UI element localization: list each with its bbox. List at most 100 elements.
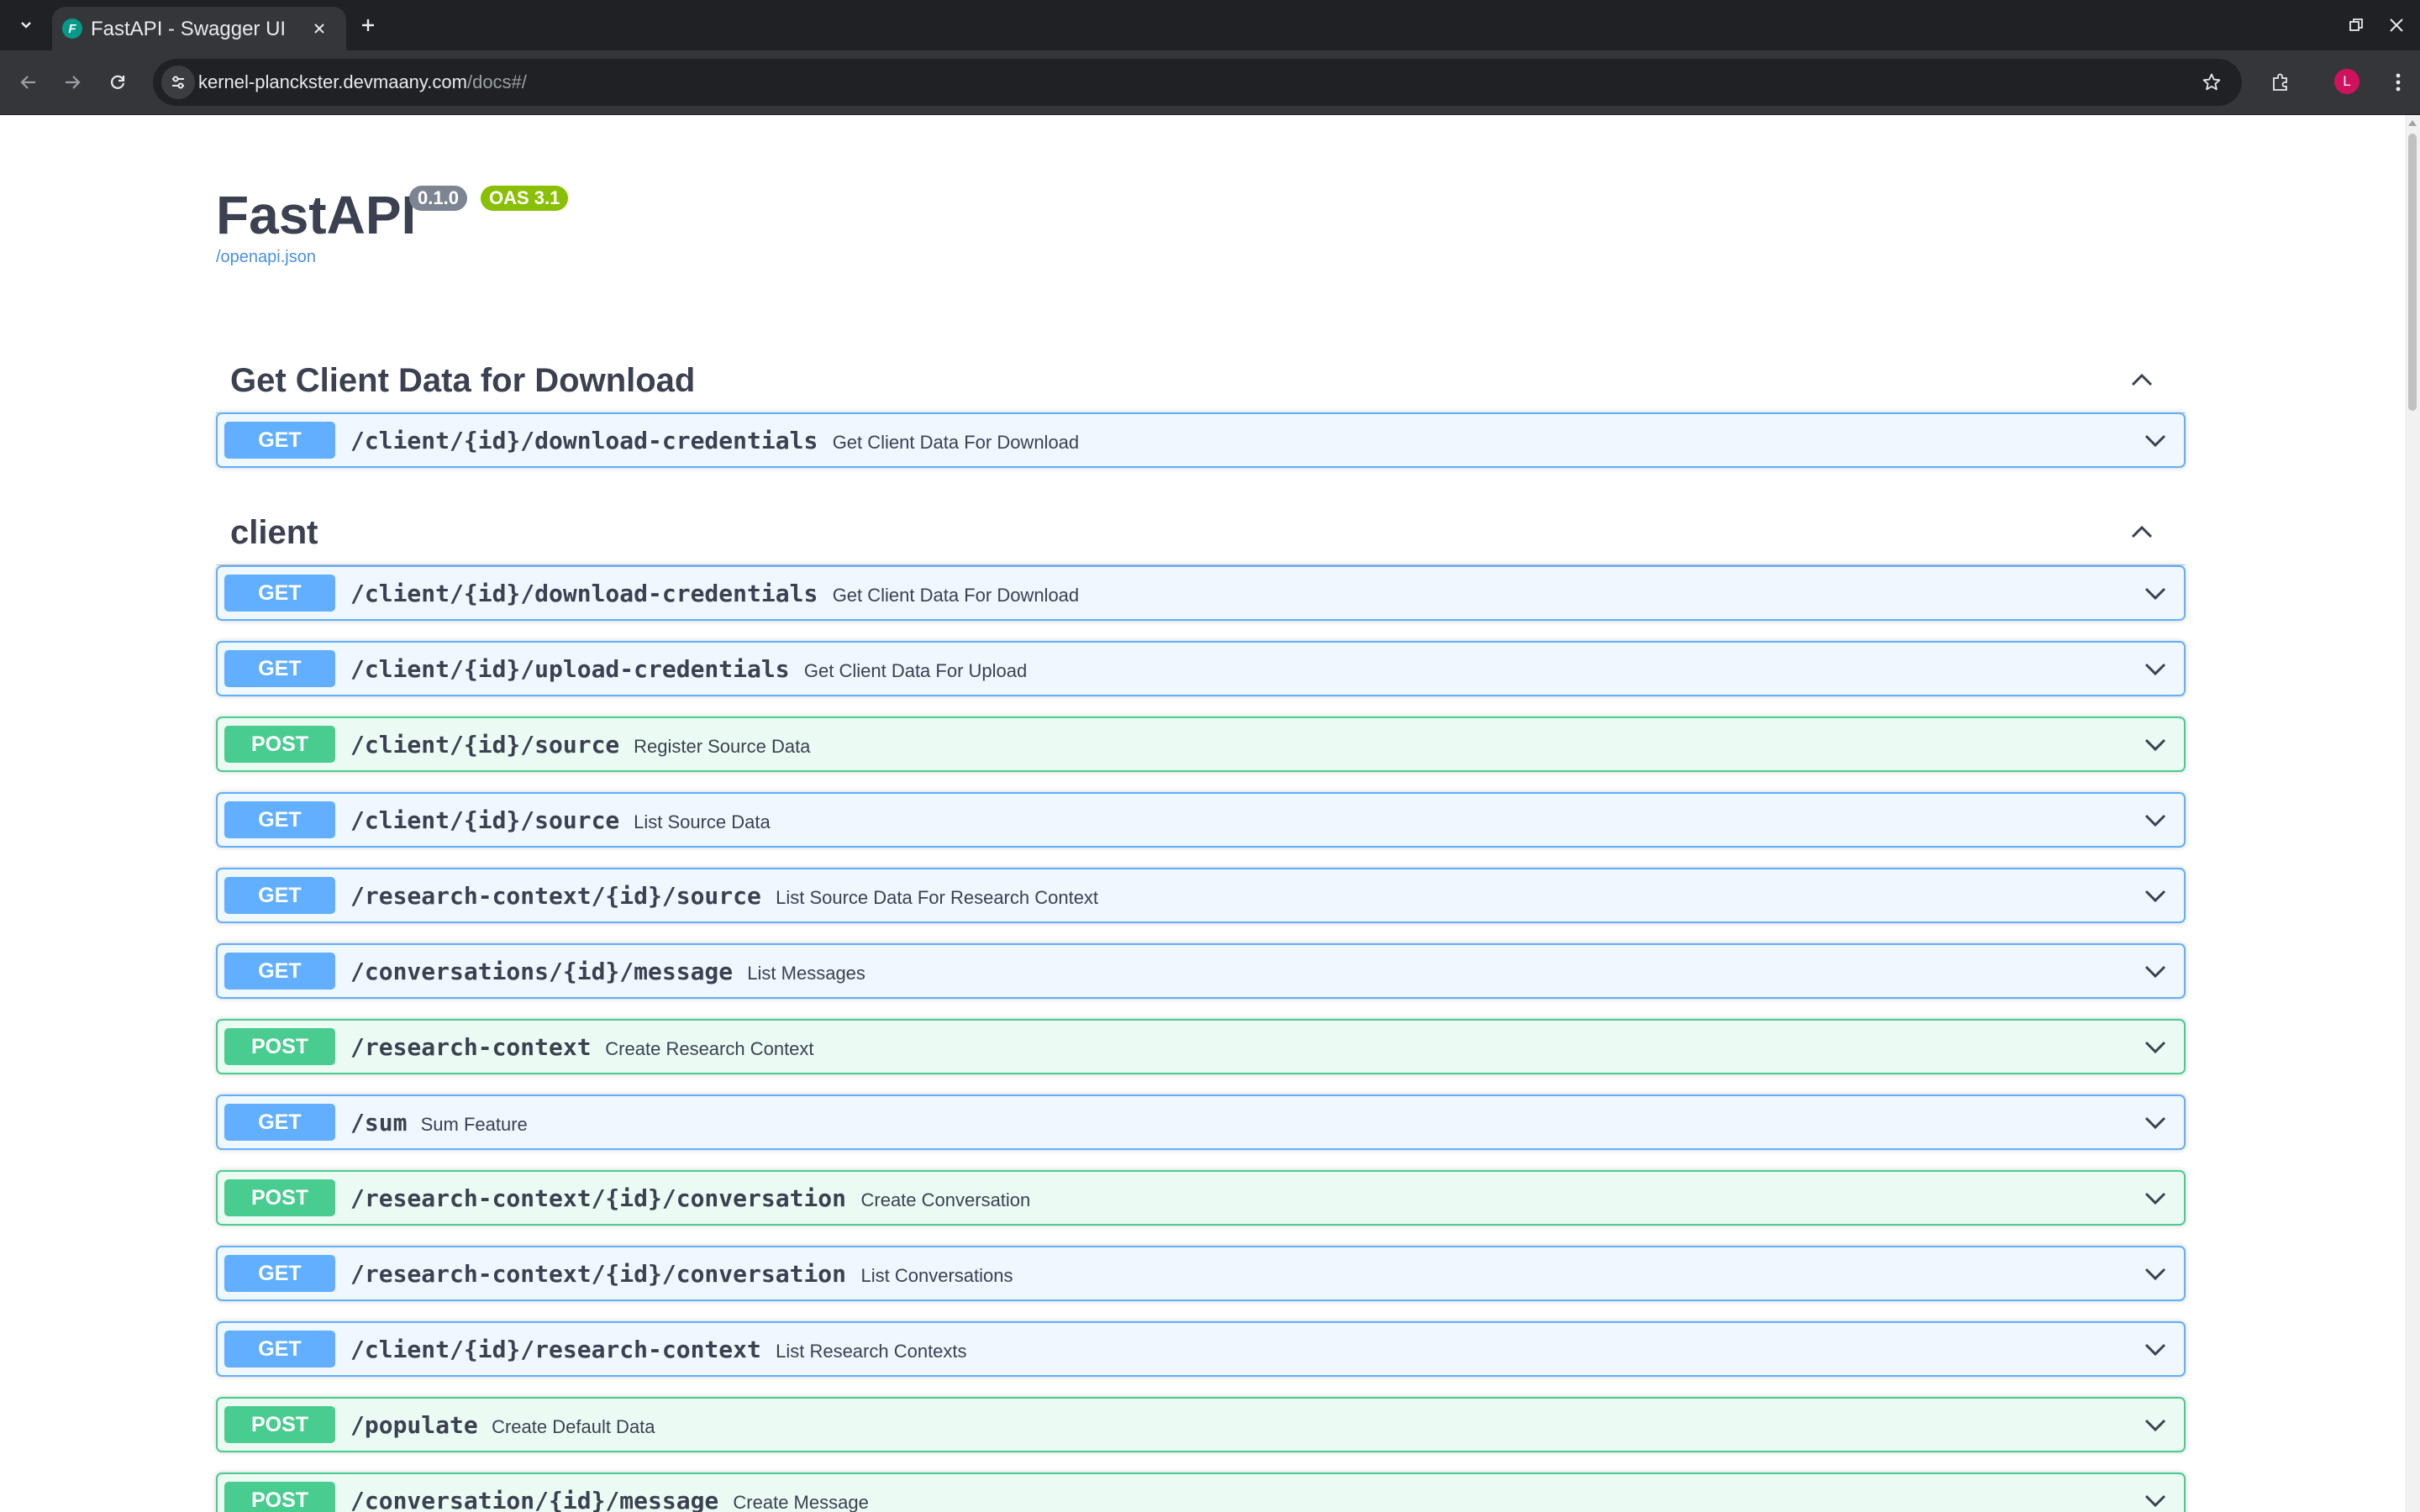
url-text[interactable]: kernel-planckster.devmaany.com/docs#/: [198, 71, 527, 93]
chevron-down-icon: [2144, 965, 2166, 979]
operation-summary: List Source Data For Research Context: [776, 887, 1099, 908]
expand-operation-button[interactable]: [2140, 425, 2170, 455]
operation-get[interactable]: GET/research-context/{id}/conversation Li…: [216, 1246, 2186, 1301]
operation-summary: List Source Data: [634, 811, 771, 832]
operation-get[interactable]: GET/client/{id}/download-credentials Get …: [216, 412, 2186, 468]
operation-path: /research-context/{id}/source: [350, 882, 761, 910]
method-badge: GET: [224, 877, 335, 914]
reload-icon: [111, 75, 125, 89]
method-badge: POST: [224, 1406, 335, 1443]
operation-post[interactable]: POST/conversation/{id}/message Create Mes…: [216, 1473, 2186, 1512]
close-icon: [314, 24, 324, 34]
expand-operation-button[interactable]: [2140, 880, 2170, 911]
operation-post[interactable]: POST/client/{id}/source Register Source D…: [216, 717, 2186, 772]
expand-operation-button[interactable]: [2140, 1107, 2170, 1137]
site-info-button[interactable]: [161, 66, 195, 99]
operation-summary: Get Client Data For Upload: [803, 660, 1028, 681]
chevron-down-icon: [2144, 434, 2166, 448]
operation-path: /research-context: [350, 1033, 592, 1061]
operation-summary: Get Client Data For Download: [832, 432, 1080, 453]
operation-summary: Get Client Data For Download: [832, 585, 1080, 606]
method-badge: GET: [224, 1255, 335, 1292]
method-badge: GET: [224, 801, 335, 838]
back-button[interactable]: [12, 66, 45, 99]
tag-section-header[interactable]: client: [216, 496, 2186, 565]
method-badge: GET: [224, 1104, 335, 1141]
openapi-json-link[interactable]: /openapi.json: [216, 248, 316, 267]
browser-tab-active[interactable]: F FastAPI - Swagger UI: [52, 7, 346, 50]
close-window-button[interactable]: [2381, 10, 2412, 40]
expand-operation-button[interactable]: [2140, 1334, 2170, 1364]
operation-path: /conversations/{id}/message: [350, 958, 734, 985]
operation-get[interactable]: GET/client/{id}/upload-credentials Get Cl…: [216, 641, 2186, 696]
oas-badge: OAS 3.1: [481, 186, 569, 211]
operation-path: /client/{id}/source: [350, 731, 620, 759]
tune-icon: [172, 76, 184, 89]
expand-operation-button[interactable]: [2140, 729, 2170, 759]
scroll-up-arrow-icon[interactable]: [2408, 120, 2417, 126]
expand-operation-button[interactable]: [2140, 805, 2170, 835]
tag-collapse-button[interactable]: [2127, 517, 2157, 548]
method-badge: POST: [224, 1482, 335, 1512]
operation-path: /conversation/{id}/message: [350, 1487, 719, 1512]
operation-get[interactable]: GET/client/{id}/source List Source Data: [216, 792, 2186, 848]
operation-path: /client/{id}/research-context: [350, 1336, 761, 1363]
operation-path: /client/{id}/download-credentials: [350, 427, 818, 454]
tag-collapse-button[interactable]: [2127, 365, 2157, 396]
chevron-down-icon: [2144, 1116, 2166, 1130]
chevron-down-icon: [2144, 890, 2166, 903]
operation-get[interactable]: GET/sum Sum Feature: [216, 1095, 2186, 1150]
page-viewport: FastAPI 0.1.0 OAS 3.1 /openapi.json Get …: [0, 115, 2405, 1512]
expand-operation-button[interactable]: [2140, 1410, 2170, 1440]
browser-menu-button[interactable]: [2381, 66, 2415, 99]
tag-section-header[interactable]: Get Client Data for Download: [216, 344, 2186, 413]
forward-button[interactable]: [55, 66, 89, 99]
operation-get[interactable]: GET/conversations/{id}/message List Messa…: [216, 943, 2186, 999]
arrow-left-icon: [20, 76, 35, 89]
page-scrollbar[interactable]: [2405, 115, 2420, 1512]
operation-get[interactable]: GET/client/{id}/download-credentials Get …: [216, 565, 2186, 621]
operation-post[interactable]: POST/populate Create Default Data: [216, 1397, 2186, 1452]
tab-title: FastAPI - Swagger UI: [91, 18, 287, 40]
chevron-down-icon: [2144, 1192, 2166, 1205]
new-tab-button[interactable]: [353, 10, 383, 40]
operation-summary: Create Default Data: [492, 1416, 655, 1437]
profile-avatar[interactable]: L: [2334, 69, 2360, 94]
operation-summary: List Conversations: [860, 1265, 1013, 1286]
expand-operation-button[interactable]: [2140, 1032, 2170, 1062]
address-bar[interactable]: kernel-planckster.devmaany.com/docs#/: [153, 59, 2242, 106]
expand-operation-button[interactable]: [2140, 1258, 2170, 1289]
tab-strip: F FastAPI - Swagger UI: [0, 0, 2420, 50]
expand-operation-button[interactable]: [2140, 1485, 2170, 1512]
operation-path: /client/{id}/source: [350, 806, 620, 834]
operation-summary: Create Research Context: [605, 1038, 814, 1059]
method-badge: GET: [224, 1331, 335, 1368]
expand-operation-button[interactable]: [2140, 578, 2170, 608]
chevron-down-icon: [21, 22, 31, 29]
bookmark-button[interactable]: [2196, 67, 2227, 97]
url-host: kernel-planckster.devmaany.com: [198, 71, 467, 92]
operation-get[interactable]: GET/research-context/{id}/source List Sou…: [216, 868, 2186, 923]
fastapi-favicon-icon: F: [62, 18, 82, 39]
operation-get[interactable]: GET/client/{id}/research-context List Res…: [216, 1321, 2186, 1377]
reload-button[interactable]: [101, 66, 134, 99]
operation-post[interactable]: POST/research-context Create Research Con…: [216, 1019, 2186, 1074]
operation-post[interactable]: POST/research-context/{id}/conversation C…: [216, 1170, 2186, 1226]
scrollbar-thumb[interactable]: [2408, 134, 2417, 411]
expand-operation-button[interactable]: [2140, 654, 2170, 684]
tab-close-button[interactable]: [308, 17, 331, 40]
tag-title: Get Client Data for Download: [230, 362, 696, 399]
chevron-up-icon: [2131, 525, 2153, 538]
extensions-button[interactable]: [2264, 66, 2297, 99]
expand-operation-button[interactable]: [2140, 956, 2170, 986]
chevron-down-icon: [2144, 738, 2166, 752]
restore-window-button[interactable]: [2341, 10, 2371, 40]
operation-path: /research-context/{id}/conversation: [350, 1184, 847, 1212]
chevron-down-icon: [2144, 663, 2166, 676]
operation-path: /sum: [350, 1109, 408, 1137]
operation-path: /research-context/{id}/conversation: [350, 1260, 847, 1288]
tab-search-button[interactable]: [12, 10, 40, 39]
expand-operation-button[interactable]: [2140, 1183, 2170, 1213]
method-badge: GET: [224, 650, 335, 687]
chevron-down-icon: [2144, 1268, 2166, 1281]
